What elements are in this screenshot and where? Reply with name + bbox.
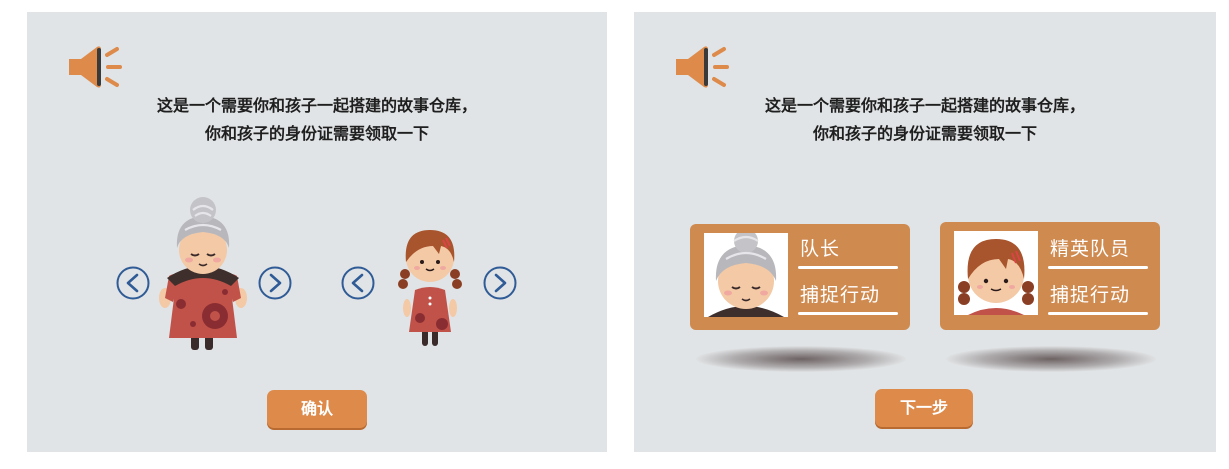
- girl-photo: [954, 231, 1038, 315]
- child-next-button[interactable]: [483, 266, 517, 300]
- chevron-right-icon: [258, 266, 292, 300]
- card-divider: [1048, 312, 1148, 315]
- id-card-screen: 这是一个需要你和孩子一起搭建的故事仓库， 你和孩子的身份证需要领取一下 队长 捕…: [634, 12, 1216, 452]
- prompt-line-2: 你和孩子的身份证需要领取一下: [204, 124, 429, 143]
- next-step-button[interactable]: 下一步: [875, 389, 973, 427]
- prompt-line-1: 这是一个需要你和孩子一起搭建的故事仓库，: [156, 96, 477, 115]
- card-shadow: [946, 346, 1156, 372]
- id-card-leader: 队长 捕捉行动: [690, 224, 910, 330]
- card-role-label: 队长: [800, 238, 841, 260]
- id-card-elite-member: 精英队员 捕捉行动: [940, 222, 1160, 330]
- card-role-label: 精英队员: [1050, 238, 1131, 260]
- girl-avatar: [395, 218, 465, 348]
- card-shadow: [696, 346, 906, 372]
- chevron-right-icon: [483, 266, 517, 300]
- grandma-photo: [704, 233, 788, 317]
- intro-prompt: 这是一个需要你和孩子一起搭建的故事仓库， 你和孩子的身份证需要领取一下: [27, 92, 607, 148]
- child-prev-button[interactable]: [341, 266, 375, 300]
- chevron-left-icon: [341, 266, 375, 300]
- speaker-icon[interactable]: [674, 42, 730, 92]
- card-mission-label: 捕捉行动: [1050, 284, 1131, 306]
- avatar-select-screen: 这是一个需要你和孩子一起搭建的故事仓库， 你和孩子的身份证需要领取一下 确认: [27, 12, 607, 452]
- adult-prev-button[interactable]: [116, 266, 150, 300]
- prompt-line-1: 这是一个需要你和孩子一起搭建的故事仓库，: [764, 96, 1085, 115]
- prompt-line-2: 你和孩子的身份证需要领取一下: [812, 124, 1037, 143]
- intro-prompt: 这是一个需要你和孩子一起搭建的故事仓库， 你和孩子的身份证需要领取一下: [634, 92, 1216, 148]
- confirm-button[interactable]: 确认: [267, 390, 367, 428]
- card-divider: [798, 312, 898, 315]
- speaker-icon[interactable]: [67, 42, 123, 92]
- card-divider: [1048, 266, 1148, 269]
- grandma-avatar: [155, 194, 251, 352]
- card-divider: [798, 266, 898, 269]
- adult-next-button[interactable]: [258, 266, 292, 300]
- chevron-left-icon: [116, 266, 150, 300]
- card-mission-label: 捕捉行动: [800, 284, 881, 306]
